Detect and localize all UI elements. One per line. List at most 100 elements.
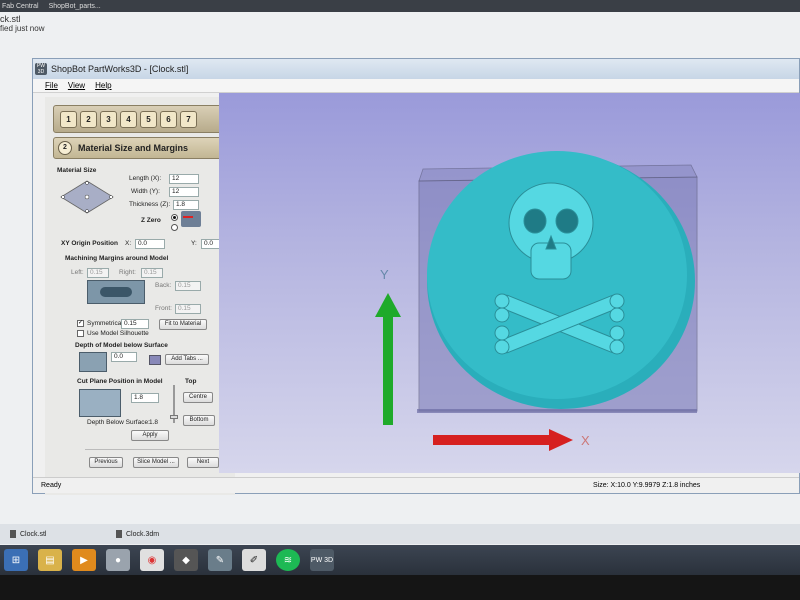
inkscape-icon[interactable]: ◆: [174, 549, 198, 571]
left-input[interactable]: 0.15: [87, 268, 109, 278]
sketch-icon[interactable]: ✐: [242, 549, 266, 571]
front-input[interactable]: 0.15: [175, 304, 201, 314]
file-icon: [10, 530, 16, 538]
front-label: Front:: [155, 305, 172, 312]
x-axis-arrow: [433, 435, 551, 445]
browser-tab-0[interactable]: Fab Central: [2, 3, 39, 10]
windows-icon[interactable]: ⊞: [4, 549, 28, 571]
material-block-front-edge: [417, 409, 697, 413]
depth-input[interactable]: 0.0: [111, 352, 137, 362]
material-size-label: Material Size: [57, 167, 97, 174]
step-7-button[interactable]: 7: [180, 110, 197, 128]
cut-plane-input[interactable]: 1.8: [131, 393, 159, 403]
apply-button[interactable]: Apply: [131, 430, 169, 441]
x-axis-arrowhead: [549, 429, 573, 451]
menu-file[interactable]: File: [45, 81, 58, 90]
zzero-label: Z Zero: [141, 217, 161, 224]
cut-plane-slider[interactable]: [170, 385, 178, 423]
origin-x-input[interactable]: 0.0: [135, 239, 165, 249]
cut-plane-heading: Cut Plane Position in Model: [77, 378, 163, 385]
step-5-button[interactable]: 5: [140, 110, 157, 128]
media-player-icon[interactable]: ▶: [72, 549, 96, 571]
status-ready: Ready: [41, 482, 62, 489]
tab-block-icon: [149, 355, 161, 365]
step-3-button[interactable]: 3: [100, 110, 117, 128]
width-input[interactable]: 12: [169, 187, 199, 197]
zzero-top-radio[interactable]: [171, 214, 178, 221]
symmetrical-checkbox[interactable]: ✓: [77, 320, 84, 327]
cut-plane-slider-thumb[interactable]: [170, 415, 178, 419]
taskbar-preview-strip: Clock.stl Clock.3dm: [0, 524, 800, 544]
app-icon[interactable]: ●: [106, 549, 130, 571]
zzero-block-icon: [181, 211, 201, 227]
zzero-bottom-radio[interactable]: [171, 224, 178, 231]
origin-marker-center: [84, 194, 90, 200]
3d-viewport[interactable]: Y X: [219, 93, 800, 473]
download-notification[interactable]: ck.stl fied just now: [0, 14, 44, 34]
depth-below-label: Depth Below Surface:: [87, 419, 150, 426]
next-button[interactable]: Next: [187, 457, 219, 468]
left-label: Left:: [71, 269, 84, 276]
taskbar-item-clock-stl[interactable]: Clock.stl: [0, 530, 110, 538]
back-input[interactable]: 0.15: [175, 281, 201, 291]
length-input[interactable]: 12: [169, 174, 199, 184]
app-logo-icon: PW 3D: [35, 63, 47, 75]
origin-marker-left: [61, 195, 65, 199]
right-label: Right:: [119, 269, 136, 276]
menu-view[interactable]: View: [68, 81, 85, 90]
depth-preview: [79, 352, 107, 372]
x-axis-label: X: [581, 433, 590, 448]
step-1-button[interactable]: 1: [60, 110, 77, 128]
browser-tab-1[interactable]: ShopBot_parts...: [49, 3, 101, 10]
step-2-button[interactable]: 2: [80, 110, 97, 128]
margins-heading: Machining Margins around Model: [65, 255, 169, 262]
step-6-button[interactable]: 6: [160, 110, 177, 128]
notification-title: ck.stl: [0, 14, 21, 24]
slice-model-button[interactable]: Slice Model ...: [133, 457, 179, 468]
width-label: Width (Y):: [131, 188, 160, 195]
paint-icon[interactable]: ✎: [208, 549, 232, 571]
viewport-canvas[interactable]: Y X: [219, 93, 800, 473]
browser-tab-strip: Fab Central ShopBot_parts...: [0, 0, 800, 12]
taskbar-item-clock-3dm[interactable]: Clock.3dm: [110, 530, 220, 538]
right-input[interactable]: 0.15: [141, 268, 163, 278]
depth-heading: Depth of Model below Surface: [75, 342, 168, 349]
menu-bar: File View Help: [33, 79, 799, 93]
model-margin-preview: [87, 280, 145, 304]
centre-button[interactable]: Centre: [183, 392, 213, 403]
cut-plane-preview: [79, 389, 121, 417]
symmetrical-input[interactable]: 0.15: [121, 319, 149, 329]
step-4-button[interactable]: 4: [120, 110, 137, 128]
thickness-input[interactable]: 1.8: [173, 200, 199, 210]
origin-marker-bottom: [85, 209, 89, 213]
bottom-button[interactable]: Bottom: [183, 415, 215, 426]
origin-x-label: X:: [125, 240, 132, 247]
previous-button[interactable]: Previous: [89, 457, 123, 468]
heading-number: 2: [58, 141, 72, 155]
heading-label: Material Size and Margins: [78, 143, 189, 153]
depth-below-value: 1.8: [149, 419, 159, 426]
y-axis-arrow: [383, 315, 393, 425]
taskbar-item-clock-3dm-label: Clock.3dm: [126, 530, 160, 538]
symmetrical-label: Symmetrical: [87, 320, 123, 327]
origin-marker-top: [85, 181, 89, 185]
top-label: Top: [185, 378, 197, 385]
spotify-icon[interactable]: ≋: [276, 549, 300, 571]
partworks3d-icon[interactable]: PW 3D: [310, 549, 334, 571]
add-tabs-button[interactable]: Add Tabs ...: [165, 354, 209, 365]
length-label: Length (X):: [129, 175, 162, 182]
origin-y-label: Y:: [191, 240, 197, 247]
y-axis-label: Y: [380, 267, 389, 282]
fit-to-material-button[interactable]: Fit to Material: [159, 319, 207, 330]
y-axis-arrowhead: [375, 293, 401, 317]
status-size: Size: X:10.0 Y:9.9979 Z:1.8 inches: [593, 482, 701, 489]
menu-help[interactable]: Help: [95, 81, 111, 90]
silhouette-checkbox[interactable]: [77, 330, 84, 337]
panel-heading: 2 Material Size and Margins: [53, 137, 223, 159]
panel-divider: [85, 449, 223, 450]
status-bar: Ready Size: X:10.0 Y:9.9979 Z:1.8 inches: [33, 477, 799, 493]
back-label: Back:: [155, 282, 172, 289]
file-explorer-icon[interactable]: ▤: [38, 549, 62, 571]
file-icon: [116, 530, 122, 538]
chrome-icon[interactable]: ◉: [140, 549, 164, 571]
